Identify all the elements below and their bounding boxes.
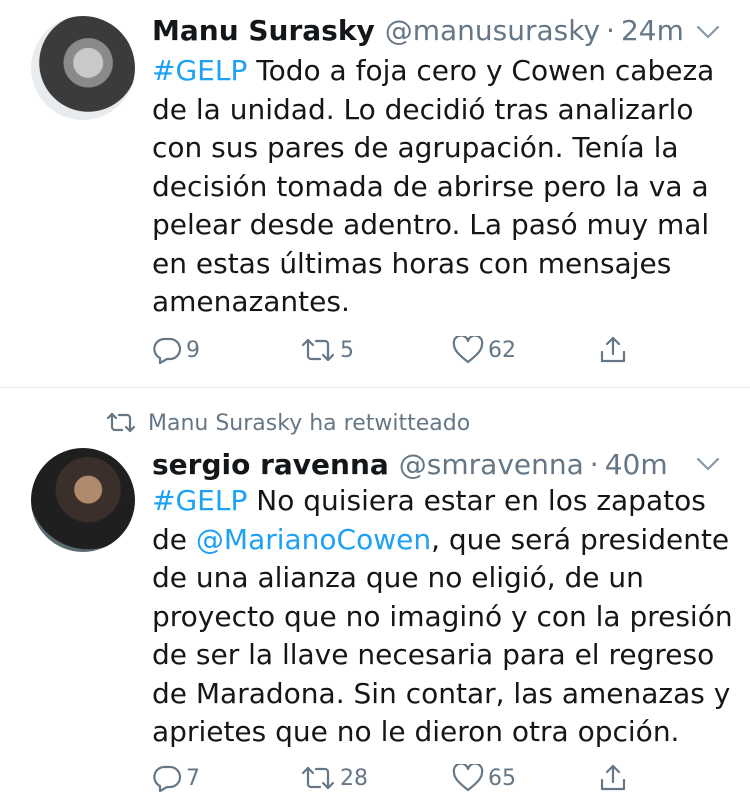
mention-link[interactable]: @MarianoCowen xyxy=(196,523,431,556)
tweet[interactable]: Manu Surasky @manusurasky · 24m #GELP To… xyxy=(0,0,750,388)
tweet-text-segment: de xyxy=(152,522,196,556)
reply-button[interactable]: 9 xyxy=(152,334,200,366)
tweet-line: con sus pares de agrupación. Tenía la xyxy=(152,131,679,164)
share-icon xyxy=(600,336,626,363)
reply-icon xyxy=(153,337,182,364)
share-button[interactable] xyxy=(598,762,628,794)
tweet-header: Manu Surasky @manusurasky · 24m xyxy=(152,12,684,48)
author-name[interactable]: Manu Surasky xyxy=(152,14,375,47)
avatar[interactable] xyxy=(31,448,135,552)
like-count: 62 xyxy=(488,337,516,363)
tweet-text-segment: , que será presidente xyxy=(431,522,730,556)
author-handle[interactable]: @manusurasky xyxy=(385,14,600,47)
separator: · xyxy=(606,13,615,47)
tweet-actions: 7 28 65 xyxy=(152,762,672,794)
share-button[interactable] xyxy=(598,334,628,366)
chevron-down-icon[interactable] xyxy=(696,456,720,472)
like-button[interactable]: 62 xyxy=(452,334,516,366)
tweet-line: #GELP Todo a foja cero y Cowen cabeza xyxy=(152,52,715,91)
hashtag-link[interactable]: #GELP xyxy=(152,484,247,517)
retweet-icon xyxy=(106,412,136,433)
tweet-actions: 9 5 62 xyxy=(152,334,672,366)
hashtag-link[interactable]: #GELP xyxy=(152,54,247,87)
tweet-text: #GELP Todo a foja cero y Cowen cabeza de… xyxy=(152,52,715,322)
retweet-button[interactable]: 5 xyxy=(300,334,354,366)
retweet-count: 5 xyxy=(340,337,354,363)
tweet-line: de una alianza que no eligió, de un xyxy=(152,561,644,594)
tweet-line: amenazantes. xyxy=(152,285,350,318)
tweet-header: sergio ravenna @smravenna · 40m xyxy=(152,446,668,482)
retweet-icon xyxy=(301,766,335,790)
tweet-text-segment: No quisiera estar en los zapatos xyxy=(247,484,706,517)
tweet-line: decisión tomada de abrirse pero la va a xyxy=(152,169,709,203)
timestamp[interactable]: 24m xyxy=(621,14,684,47)
heart-icon xyxy=(452,764,484,792)
retweeted-by-text: Manu Surasky ha retwitteado xyxy=(148,410,471,436)
tweet-line: de @MarianoCowen, que será presidente xyxy=(152,521,729,560)
tweet-line: pelear desde adentro. La pasó muy mal xyxy=(152,208,710,241)
like-button[interactable]: 65 xyxy=(452,762,516,794)
retweet-button[interactable]: 28 xyxy=(300,762,368,794)
tweet-line: de la unidad. Lo decidió tras analizarlo xyxy=(152,92,694,126)
reply-icon xyxy=(153,765,182,792)
retweet-icon xyxy=(301,338,335,362)
tweet-line: proyecto que no imaginó y con la presión xyxy=(152,599,733,633)
tweet-line: #GELP No quisiera estar en los zapatos xyxy=(152,482,712,521)
tweet-text: #GELP No quisiera estar en los zapatos d… xyxy=(152,482,733,752)
timestamp[interactable]: 40m xyxy=(605,448,668,481)
tweet-line: en estas últimas horas con mensajes xyxy=(152,246,672,280)
separator: · xyxy=(589,447,599,481)
reply-count: 9 xyxy=(186,337,200,363)
heart-icon xyxy=(452,336,484,364)
share-icon xyxy=(600,764,626,791)
tweet-text-segment: Todo a foja cero y Cowen cabeza xyxy=(247,54,715,87)
tweet-line: de ser la llave necesaria para el regres… xyxy=(152,638,715,671)
author-handle[interactable]: @smravenna xyxy=(399,448,584,481)
chevron-down-icon[interactable] xyxy=(696,24,720,40)
tweet-line: de Maradona. Sin contar, las amenazas y xyxy=(152,676,731,710)
avatar[interactable] xyxy=(31,16,135,120)
retweeted-by[interactable]: Manu Surasky ha retwitteado xyxy=(106,408,470,438)
tweet-line: aprietes que no le dieron otra opción. xyxy=(152,715,680,748)
reply-button[interactable]: 7 xyxy=(152,762,200,794)
author-name[interactable]: sergio ravenna xyxy=(152,448,389,481)
